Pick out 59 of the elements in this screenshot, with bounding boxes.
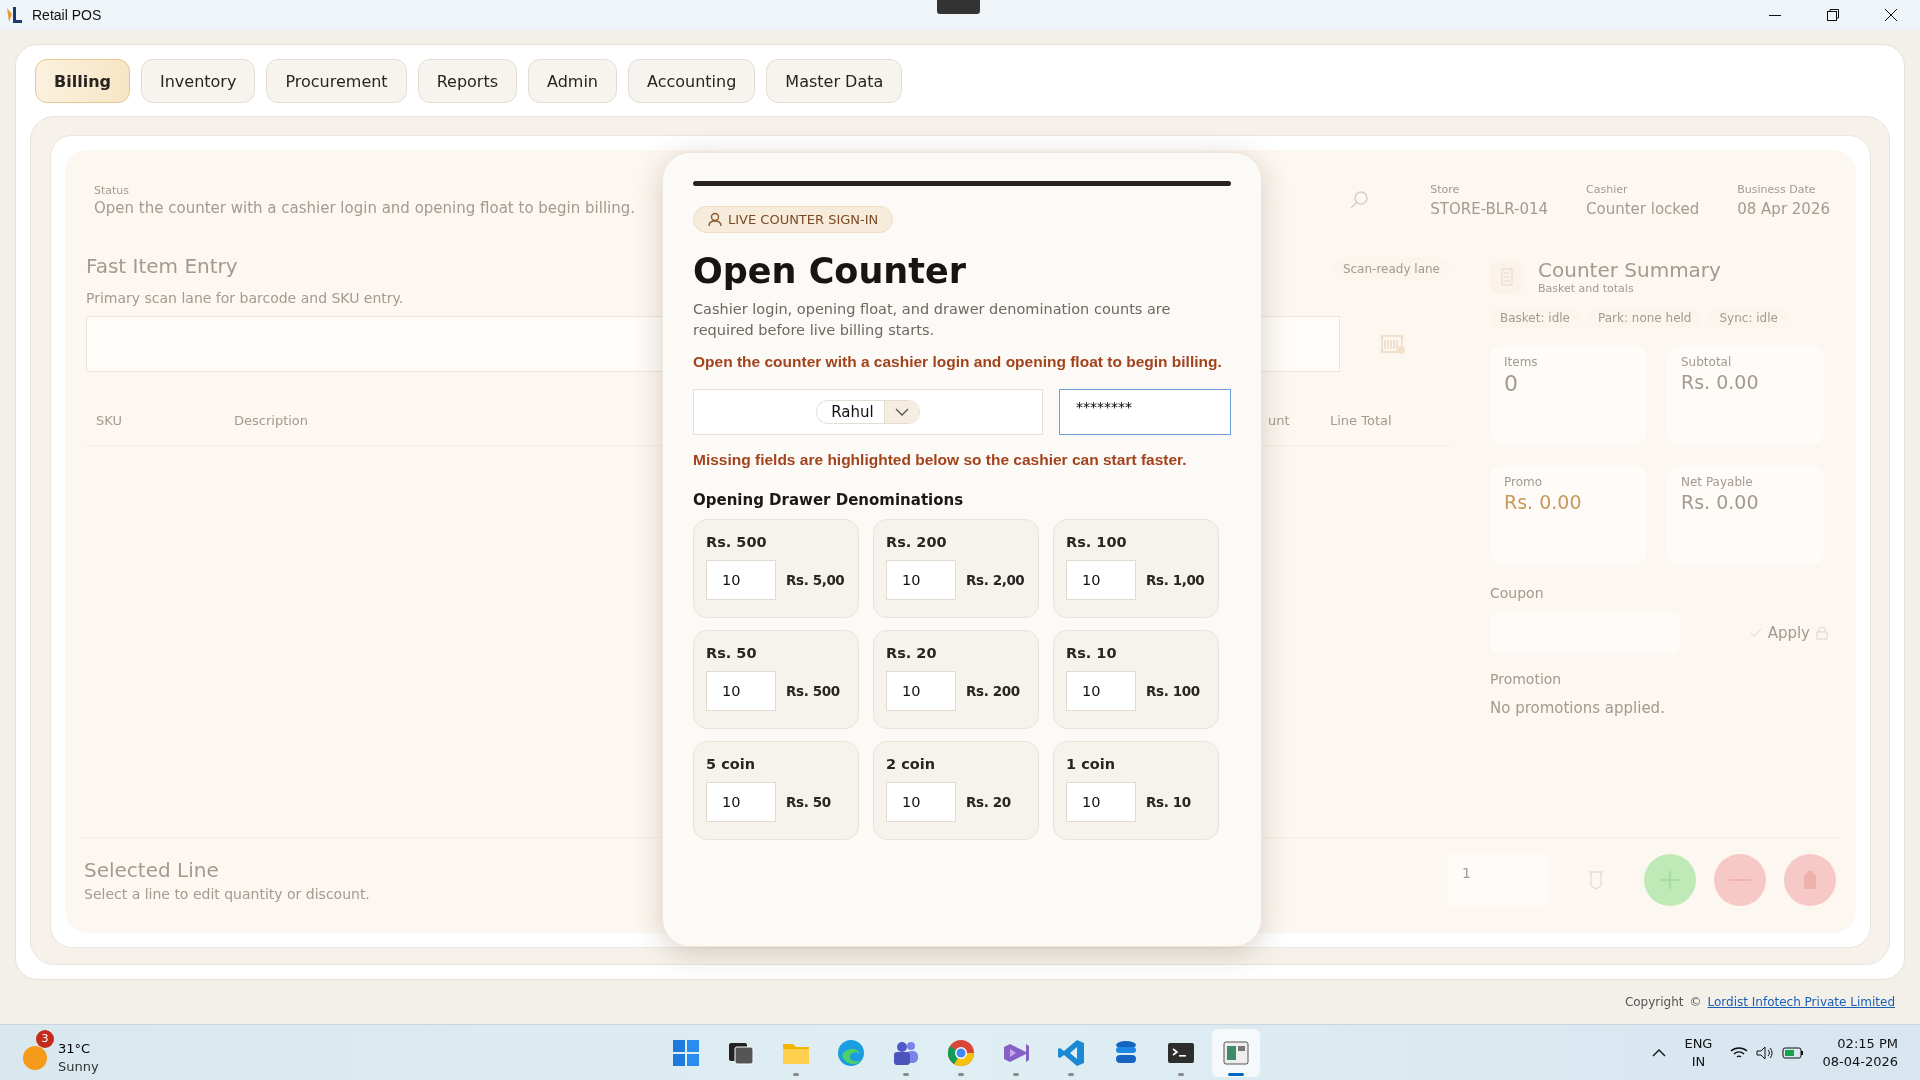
dialog-title: Open Counter <box>693 251 967 291</box>
fact-value: Counter locked <box>1586 199 1700 218</box>
denomination-label: 5 coin <box>706 756 756 772</box>
stat-label: Items <box>1504 355 1539 369</box>
denomination-label: Rs. 20 <box>886 645 938 661</box>
fact-label: Cashier <box>1586 182 1629 196</box>
section-subtitle: Select a line to edit quantity or discount. <box>84 885 371 902</box>
status-label: Status <box>94 183 130 197</box>
denomination-amount: Rs. 10 <box>1146 794 1191 810</box>
denomination-label: Rs. 100 <box>1066 534 1128 550</box>
status-text: Open the counter with a cashier login and opening float to begin billing. <box>94 198 636 217</box>
section-heading: Opening Drawer Denominations <box>693 491 965 509</box>
fact-value: 08 Apr 2026 <box>1737 199 1830 218</box>
denomination-amount: Rs. 20 <box>966 794 1011 810</box>
denomination-amount: Rs. 2,00 <box>966 572 1025 588</box>
column-header: unt <box>1268 413 1291 428</box>
field-label: Coupon <box>1490 585 1545 601</box>
denomination-label: 2 coin <box>886 756 936 772</box>
denomination-amount: Rs. 500 <box>786 683 840 699</box>
stat-label: Net Payable <box>1681 475 1754 489</box>
denomination-amount: Rs. 5,00 <box>786 572 845 588</box>
denomination-amount: Rs. 200 <box>966 683 1020 699</box>
fact-value: STORE-BLR-014 <box>1430 199 1549 218</box>
column-header: SKU <box>96 413 123 428</box>
denomination-amount: Rs. 1,00 <box>1146 572 1205 588</box>
stat-label: Promo <box>1504 475 1544 489</box>
column-header: Description <box>234 413 310 428</box>
column-header: Line Total <box>1330 413 1393 428</box>
denomination-amount: Rs. 50 <box>786 794 831 810</box>
window-title: Retail POS <box>32 7 102 23</box>
stat-value: Rs. 0.00 <box>1681 371 1760 393</box>
stat-label: Subtotal <box>1681 355 1733 369</box>
notice-text: Open the counter with a cashier login and opening float to begin billing. <box>693 353 1223 371</box>
promotion-text: No promotions applied. <box>1490 699 1666 717</box>
denomination-label: Rs. 500 <box>706 534 768 550</box>
notification-badge: 3 <box>36 1029 54 1048</box>
stat-value: 0 <box>1504 371 1519 396</box>
field-label: Promotion <box>1490 671 1563 687</box>
summary-subtitle: Basket and totals <box>1538 282 1635 295</box>
temperature-text: 31°C <box>58 1039 92 1058</box>
dialog-description: Cashier login, opening float, and drawer denomination counts are required before live billing starts. <box>693 300 1172 340</box>
section-title: Fast Item Entry <box>86 254 239 278</box>
copyright-symbol: © <box>1689 995 1702 1009</box>
stat-value: Rs. 0.00 <box>1681 491 1760 513</box>
stat-value: Rs. 0.00 <box>1504 491 1583 513</box>
summary-title: Counter Summary <box>1538 258 1721 282</box>
section-title: Selected Line <box>84 857 220 882</box>
denomination-label: Rs. 200 <box>886 534 948 550</box>
hint-text: Missing fields are highlighted below so the cashier can start faster. <box>693 451 1188 469</box>
copyright-text: Copyright <box>1624 995 1684 1009</box>
fact-label: Business Date <box>1737 182 1817 196</box>
section-subtitle: Primary scan lane for barcode and SKU entry. <box>86 290 404 306</box>
fact-label: Store <box>1430 182 1461 196</box>
denomination-label: 1 coin <box>1066 756 1116 772</box>
weather-text: Sunny <box>58 1057 99 1076</box>
denomination-amount: Rs. 100 <box>1146 683 1200 699</box>
denomination-label: Rs. 50 <box>706 645 758 661</box>
denomination-label: Rs. 10 <box>1066 645 1118 661</box>
badge-text: LIVE COUNTER SIGN-IN <box>728 212 879 227</box>
